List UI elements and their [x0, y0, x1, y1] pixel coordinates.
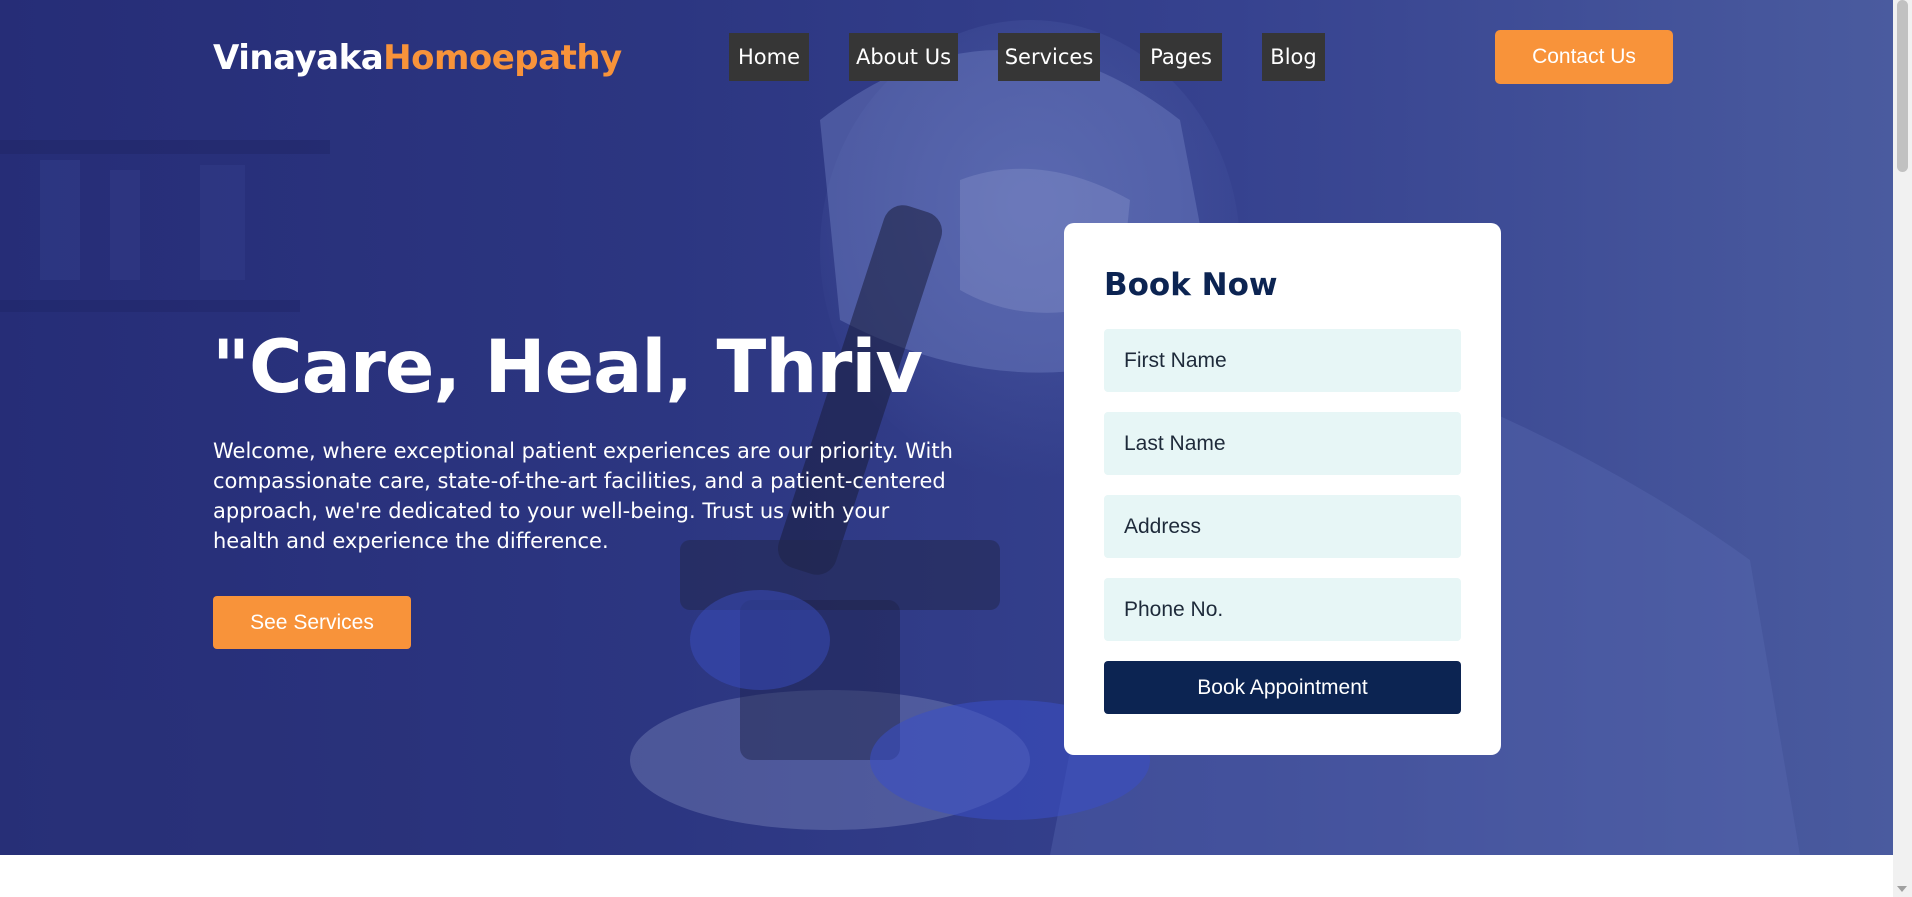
- page: VinayakaHomoepathy Home About Us Service…: [0, 0, 1912, 897]
- site-logo[interactable]: VinayakaHomoepathy: [213, 38, 622, 78]
- scrollbar-thumb[interactable]: [1897, 0, 1908, 172]
- see-services-button[interactable]: See Services: [213, 596, 411, 649]
- logo-text-primary: Vinayaka: [213, 38, 384, 78]
- hero-title: "Care, Heal, Thriv: [212, 325, 923, 410]
- page-scrollbar[interactable]: [1893, 0, 1912, 897]
- booking-form: Book Now Book Appointment: [1064, 223, 1501, 755]
- address-field[interactable]: [1104, 495, 1461, 558]
- last-name-field[interactable]: [1104, 412, 1461, 475]
- booking-title: Book Now: [1104, 267, 1278, 303]
- scroll-down-arrow-icon[interactable]: [1897, 886, 1907, 892]
- hero-section: VinayakaHomoepathy Home About Us Service…: [0, 0, 1893, 855]
- book-appointment-button[interactable]: Book Appointment: [1104, 661, 1461, 714]
- contact-us-button[interactable]: Contact Us: [1495, 30, 1673, 84]
- first-name-field[interactable]: [1104, 329, 1461, 392]
- nav-item-about-us[interactable]: About Us: [849, 33, 958, 81]
- nav-item-pages[interactable]: Pages: [1140, 33, 1222, 81]
- hero-background-image: [0, 20, 1800, 855]
- logo-text-accent: Homoepathy: [383, 38, 622, 78]
- hero-description: Welcome, where exceptional patient exper…: [213, 439, 953, 553]
- nav-item-blog[interactable]: Blog: [1262, 33, 1325, 81]
- nav-item-services[interactable]: Services: [998, 33, 1100, 81]
- nav-item-home[interactable]: Home: [729, 33, 809, 81]
- phone-field[interactable]: [1104, 578, 1461, 641]
